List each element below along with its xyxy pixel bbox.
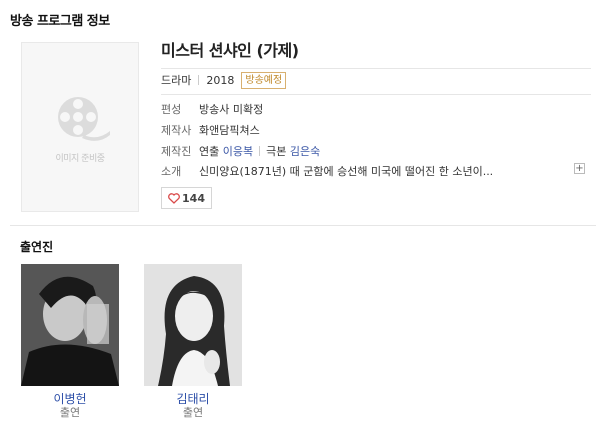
status-badge: 방송예정 xyxy=(241,71,287,89)
program-meta: 드라마 2018 방송예정 xyxy=(161,69,287,91)
writer-link[interactable]: 김은숙 xyxy=(290,143,320,159)
section-divider xyxy=(10,225,596,226)
program-info: 미스터 션샤인 (가제) 드라마 2018 방송예정 편성 방송사 미확정 제작… xyxy=(161,38,591,209)
section-title: 방송 프로그램 정보 xyxy=(10,14,110,29)
cast-role: 출연 xyxy=(59,406,81,419)
channel-value: 방송사 미확정 xyxy=(199,103,264,116)
like-count: 144 xyxy=(182,191,205,205)
meta-separator xyxy=(198,75,200,85)
channel-row: 편성 방송사 미확정 xyxy=(161,101,263,117)
cast-section-title: 출연진 xyxy=(20,240,54,254)
intro-text: 신미양요(1871년) 때 군함에 승선해 미국에 떨어진 한 소년이... xyxy=(199,165,494,178)
cast-photo[interactable] xyxy=(21,264,119,386)
staff-separator xyxy=(259,146,261,156)
film-reel-icon xyxy=(58,97,110,141)
intro-row: 소개 신미양요(1871년) 때 군함에 승선해 미국에 떨어진 한 소년이..… xyxy=(161,163,493,179)
cast-name[interactable]: 이병헌 xyxy=(21,392,119,406)
divider xyxy=(161,94,591,95)
year: 2018 xyxy=(206,73,235,87)
director-link[interactable]: 이응복 xyxy=(223,143,253,159)
expand-intro-button[interactable]: + xyxy=(574,163,585,174)
poster-placeholder: 이미지 준비중 xyxy=(21,42,139,212)
cast-role: 출연 xyxy=(182,406,204,419)
staff-row: 제작진 연출 이응복 극본 김은숙 xyxy=(161,143,320,159)
producer-row: 제작사 화앤담픽쳐스 xyxy=(161,122,260,138)
producer-value: 화앤담픽쳐스 xyxy=(199,124,260,137)
like-button[interactable]: 144 xyxy=(161,187,212,209)
cast-member[interactable]: 김태리 출연 xyxy=(144,264,242,420)
cast-name[interactable]: 김태리 xyxy=(144,392,242,406)
channel-label: 편성 xyxy=(161,103,182,116)
producer-label: 제작사 xyxy=(161,124,192,137)
heart-icon xyxy=(168,192,180,204)
intro-label: 소개 xyxy=(161,165,182,178)
director-label: 연출 xyxy=(199,145,220,158)
program-title: 미스터 션샤인 (가제) xyxy=(161,41,299,60)
cast-member[interactable]: 이병헌 출연 xyxy=(21,264,119,420)
genre: 드라마 xyxy=(161,74,192,87)
cast-photo[interactable] xyxy=(144,264,242,386)
poster-placeholder-label: 이미지 준비중 xyxy=(55,154,105,164)
writer-label: 극본 xyxy=(266,145,287,158)
staff-label: 제작진 xyxy=(161,145,192,158)
